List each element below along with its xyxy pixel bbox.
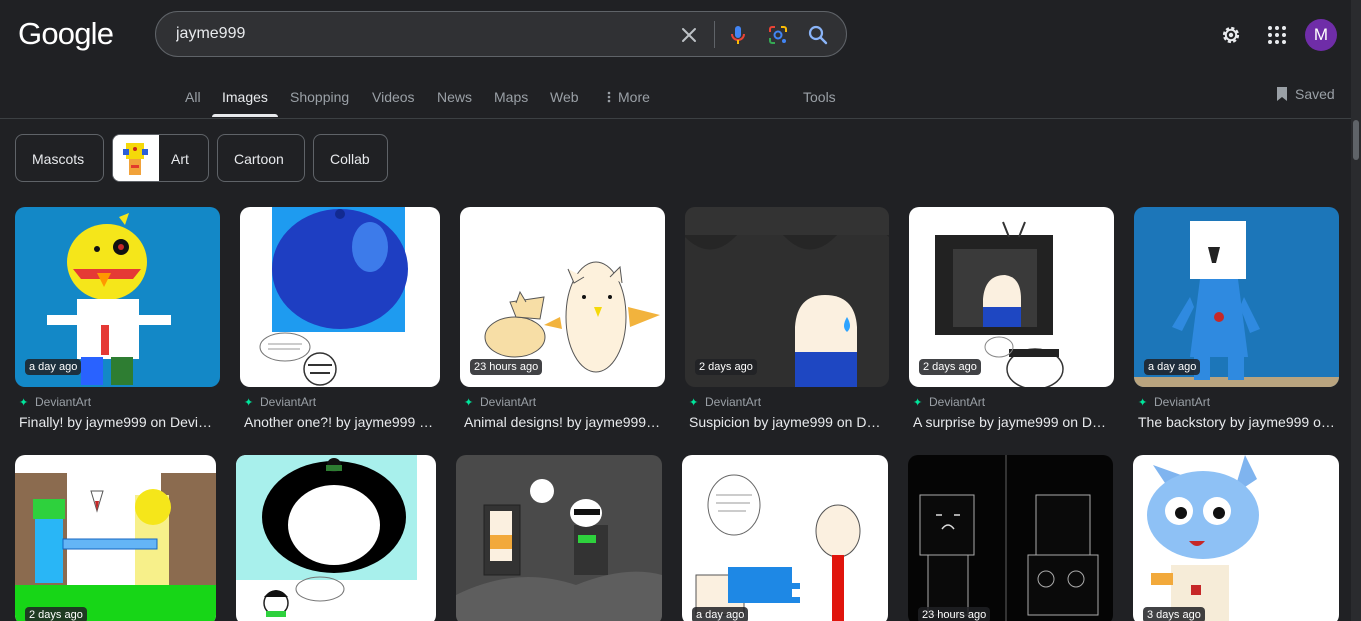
result-title[interactable]: Suspicion by jayme999 on DeviantArt [689, 414, 885, 430]
result-age-badge: a day ago [1144, 359, 1201, 375]
result-image[interactable] [240, 207, 440, 387]
deviantart-icon: ✦ [689, 397, 699, 409]
result-age-badge: 23 hours ago [918, 607, 991, 621]
result-source-label: DeviantArt [929, 395, 986, 409]
google-logo[interactable]: Google [18, 16, 114, 52]
result-source[interactable]: ✦ DeviantArt [244, 395, 316, 409]
result-age-badge: a day ago [25, 359, 82, 375]
result-source[interactable]: ✦ DeviantArt [1138, 395, 1210, 409]
bookmark-icon [1277, 87, 1287, 101]
deviantart-icon: ✦ [913, 397, 923, 409]
tab-images[interactable]: Images [212, 88, 278, 118]
tab-news[interactable]: News [437, 88, 472, 118]
result-age-badge: 2 days ago [919, 359, 981, 375]
result-source-label: DeviantArt [35, 395, 92, 409]
result-image[interactable] [236, 455, 436, 621]
lens-camera-icon[interactable] [766, 23, 790, 47]
result-source-label: DeviantArt [480, 395, 537, 409]
page-scrollbar[interactable] [1351, 0, 1361, 621]
tab-videos[interactable]: Videos [372, 88, 415, 118]
apps-grid-icon[interactable] [1265, 23, 1289, 52]
result-image[interactable]: 3 days ago [1133, 455, 1339, 621]
chip-cartoon[interactable]: Cartoon [217, 134, 305, 182]
clear-icon[interactable] [677, 23, 701, 47]
search-results-page: Google jayme999 M All Images Shopping Vi… [0, 0, 1361, 621]
saved-label: Saved [1295, 86, 1335, 102]
tab-shopping[interactable]: Shopping [290, 88, 349, 118]
result-age-badge: 2 days ago [25, 607, 87, 621]
result-title[interactable]: Another one?! by jayme999 on DeviantArt [244, 414, 436, 430]
result-source[interactable]: ✦ DeviantArt [19, 395, 91, 409]
search-input[interactable] [176, 12, 656, 56]
result-age-badge: 23 hours ago [470, 359, 543, 375]
deviantart-icon: ✦ [19, 397, 29, 409]
tab-more[interactable]: More [606, 88, 650, 118]
result-title[interactable]: Animal designs! by jayme999 on DeviantAr… [464, 414, 661, 430]
result-source[interactable]: ✦ DeviantArt [689, 395, 761, 409]
deviantart-icon: ✦ [1138, 397, 1148, 409]
account-avatar[interactable]: M [1305, 19, 1337, 51]
result-title[interactable]: The backstory by jayme999 on DeviantArt [1138, 414, 1335, 430]
chip-label: Art [171, 151, 189, 167]
chip-label: Cartoon [234, 151, 284, 167]
deviantart-icon: ✦ [244, 397, 254, 409]
more-vert-icon [607, 91, 611, 103]
result-age-badge: a day ago [692, 607, 749, 621]
saved-button[interactable]: Saved [1275, 86, 1335, 102]
tools-button[interactable]: Tools [803, 88, 836, 118]
result-image[interactable]: 2 days ago [685, 207, 889, 387]
result-image[interactable]: a day ago [15, 207, 220, 387]
chip-label: Mascots [32, 151, 85, 167]
result-image[interactable] [456, 455, 662, 621]
tab-more-label: More [618, 89, 650, 105]
result-image[interactable]: a day ago [682, 455, 888, 621]
search-divider [714, 21, 715, 48]
result-source[interactable]: ✦ DeviantArt [464, 395, 536, 409]
tab-maps[interactable]: Maps [494, 88, 528, 118]
result-title[interactable]: A surprise by jayme999 on DeviantArt [913, 414, 1110, 430]
settings-gear-icon[interactable] [1219, 23, 1243, 52]
chip-mascots[interactable]: Mascots [15, 134, 104, 182]
tab-web[interactable]: Web [550, 88, 579, 118]
result-image[interactable]: 2 days ago [15, 455, 216, 621]
scrollbar-thumb[interactable] [1353, 120, 1359, 160]
chip-art[interactable]: Art [112, 134, 209, 182]
search-icon[interactable] [806, 23, 830, 47]
result-age-badge: 2 days ago [695, 359, 757, 375]
microphone-icon[interactable] [726, 23, 750, 47]
chip-label: Collab [330, 151, 370, 167]
tabs-divider [0, 118, 1361, 119]
result-image[interactable]: a day ago [1134, 207, 1339, 387]
search-box[interactable] [155, 11, 847, 57]
result-title[interactable]: Finally! by jayme999 on DeviantArt [19, 414, 216, 430]
deviantart-icon: ✦ [464, 397, 474, 409]
result-source-label: DeviantArt [260, 395, 317, 409]
result-image[interactable]: 23 hours ago [460, 207, 665, 387]
result-age-badge: 3 days ago [1143, 607, 1205, 621]
result-image[interactable]: 23 hours ago [908, 455, 1113, 621]
search-tabs: All Images Shopping Videos News Maps Web… [0, 88, 1361, 118]
chip-thumbnail [113, 135, 159, 181]
result-source[interactable]: ✦ DeviantArt [913, 395, 985, 409]
tab-all[interactable]: All [185, 88, 201, 118]
result-image[interactable]: 2 days ago [909, 207, 1114, 387]
result-source-label: DeviantArt [1154, 395, 1211, 409]
result-source-label: DeviantArt [705, 395, 762, 409]
chip-collab[interactable]: Collab [313, 134, 388, 182]
